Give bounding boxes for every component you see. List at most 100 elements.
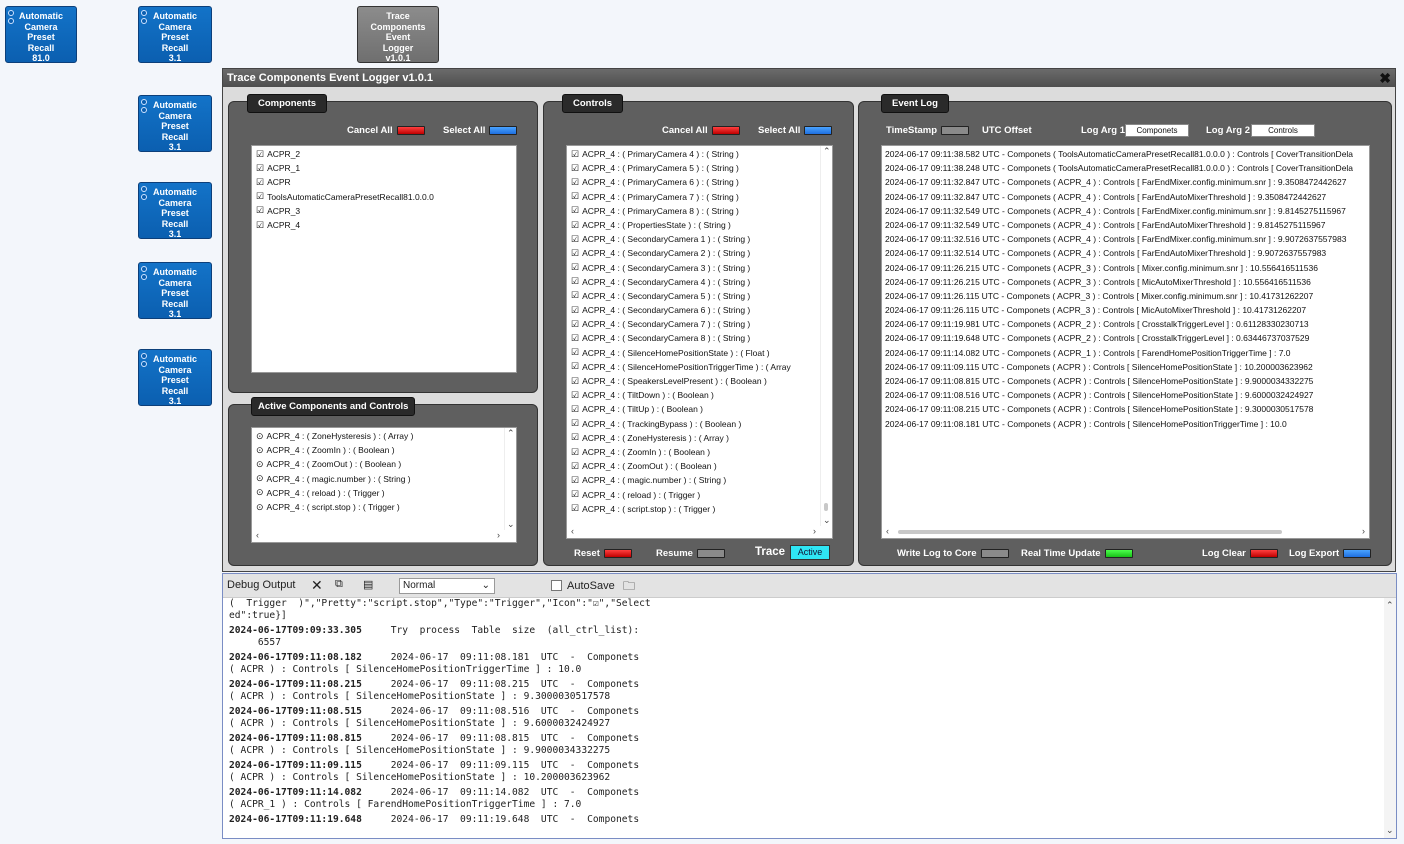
log-entry[interactable]: 2024-06-17 09:11:14.082 UTC - Componets … [882, 346, 1369, 360]
log-entry[interactable]: 2024-06-17 09:11:32.549 UTC - Componets … [882, 218, 1369, 232]
event-log-list[interactable]: 2024-06-17 09:11:38.582 UTC - Componets … [881, 145, 1370, 539]
canvas-block-2[interactable]: Automatic Camera Preset Recall 3.1 [138, 6, 212, 63]
list-item[interactable]: ☑ ACPR_4 : ( SecondaryCamera 8 ) : ( Stri… [567, 331, 832, 345]
controls-cancel-all-button[interactable]: Cancel All [662, 125, 740, 136]
components-cancel-all-button[interactable]: Cancel All [347, 125, 425, 136]
list-item[interactable]: ☑ ACPR_4 : ( TiltDown ) : ( Boolean ) [567, 388, 832, 402]
checkbox-icon[interactable]: ☑ [571, 376, 579, 386]
scroll-right-icon[interactable]: › [497, 530, 500, 540]
log-entry[interactable]: 2024-06-17 09:11:32.516 UTC - Componets … [882, 232, 1369, 246]
log-entry[interactable]: 2024-06-17 09:11:26.115 UTC - Componets … [882, 303, 1369, 317]
scroll-right-icon[interactable]: › [813, 526, 816, 536]
checkbox-icon[interactable]: ☑ [571, 234, 579, 244]
list-item[interactable]: ☑ ACPR_4 : ( SecondaryCamera 2 ) : ( Stri… [567, 246, 832, 260]
log-entry[interactable]: 2024-06-17 09:11:38.248 UTC - Componets … [882, 161, 1369, 175]
debug-level-select[interactable]: Normal ⌄ [399, 578, 495, 594]
event-log-hscroll[interactable]: ‹ › [882, 526, 1369, 538]
real-time-update-toggle[interactable]: Real Time Update [1021, 548, 1133, 559]
log-clear-button[interactable]: Log Clear [1202, 548, 1278, 559]
list-item[interactable]: ☑ ACPR_4 : ( magic.number ) : ( String ) [567, 473, 832, 487]
log-entry[interactable]: 2024-06-17 09:11:08.516 UTC - Componets … [882, 388, 1369, 402]
radio-icon[interactable]: ⊙ [256, 488, 264, 497]
scroll-up-icon[interactable]: ⌃ [1386, 600, 1394, 611]
radio-icon[interactable]: ⊙ [256, 459, 264, 469]
list-item[interactable]: ☑ ACPR_4 : ( PrimaryCamera 6 ) : ( String… [567, 175, 832, 189]
checkbox-icon[interactable]: ☑ [571, 475, 579, 485]
list-item[interactable]: ☑ ACPR_4 : ( ZoomOut ) : ( Boolean ) [567, 459, 832, 473]
log-arg2-field[interactable]: Controls [1251, 124, 1315, 137]
checkbox-icon[interactable]: ☑ [571, 177, 579, 187]
radio-icon[interactable]: ⊙ [256, 445, 264, 455]
list-item[interactable]: ☑ ACPR_1 [252, 161, 516, 175]
canvas-block-7[interactable]: Automatic Camera Preset Recall 3.1 [138, 349, 212, 406]
components-list[interactable]: ☑ ACPR_2 ☑ ACPR_1 ☑ ACPR ☑ ToolsAutomaticCamera… [251, 145, 517, 373]
checkbox-icon[interactable]: ☑ [571, 192, 579, 201]
list-item[interactable]: ☑ ACPR_4 : ( PrimaryCamera 8 ) : ( String… [567, 204, 832, 218]
list-item[interactable]: ☑ ACPR_4 [252, 218, 516, 232]
canvas-block-4[interactable]: Automatic Camera Preset Recall 3.1 [138, 95, 212, 152]
radio-icon[interactable]: ⊙ [256, 431, 264, 441]
checkbox-icon[interactable]: ☑ [571, 404, 579, 414]
log-entry[interactable]: 2024-06-17 09:11:32.549 UTC - Componets … [882, 204, 1369, 218]
log-entry[interactable]: 2024-06-17 09:11:32.847 UTC - Componets … [882, 175, 1369, 189]
checkbox-icon[interactable]: ☑ [256, 177, 264, 187]
autosave-checkbox[interactable] [551, 580, 562, 591]
scroll-left-icon[interactable]: ‹ [571, 526, 574, 536]
log-export-button[interactable]: Log Export [1289, 548, 1372, 559]
log-entry[interactable]: 2024-06-17 09:11:26.215 UTC - Componets … [882, 261, 1369, 275]
checkbox-icon[interactable]: ☑ [571, 390, 579, 400]
list-item[interactable]: ☑ ACPR_4 : ( SecondaryCamera 5 ) : ( Stri… [567, 289, 832, 303]
list-item[interactable]: ⊙ ACPR_4 : ( ZoneHysteresis ) : ( Array ) [252, 429, 516, 443]
log-entry[interactable]: 2024-06-17 09:11:38.582 UTC - Componets … [882, 147, 1369, 161]
checkbox-icon[interactable]: ☑ [256, 220, 264, 230]
list-item[interactable]: ☑ ACPR_4 : ( SpeakersLevelPresent ) : ( B… [567, 374, 832, 388]
canvas-block-6[interactable]: Automatic Camera Preset Recall 3.1 [138, 262, 212, 319]
log-entry[interactable]: 2024-06-17 09:11:08.215 UTC - Componets … [882, 402, 1369, 416]
list-item[interactable]: ⊙ ACPR_4 : ( reload ) : ( Trigger ) [252, 486, 516, 500]
checkbox-icon[interactable]: ☑ [571, 461, 579, 471]
list-item[interactable]: ☑ ACPR_4 : ( PropertiesState ) : ( String… [567, 218, 832, 232]
scroll-thumb[interactable] [898, 530, 1282, 534]
checkbox-icon[interactable]: ☑ [256, 206, 264, 215]
list-item[interactable]: ☑ ACPR_4 : ( PrimaryCamera 7 ) : ( String… [567, 190, 832, 204]
window-title-bar[interactable]: Trace Components Event Logger v1.0.1 ✖ [223, 69, 1395, 87]
list-item[interactable]: ☑ ACPR_4 : ( SilenceHomePositionTriggerTi… [567, 360, 832, 374]
list-item[interactable]: ☑ ACPR_3 [252, 204, 516, 218]
scroll-up-icon[interactable]: ⌃ [507, 428, 515, 439]
list-item[interactable]: ⊙ ACPR_4 : ( script.stop ) : ( Trigger ) [252, 500, 516, 514]
list-item[interactable]: ☑ ACPR_4 : ( ZoneHysteresis ) : ( Array ) [567, 431, 832, 445]
checkbox-icon[interactable]: ☑ [571, 149, 579, 159]
checkbox-icon[interactable]: ☑ [571, 206, 579, 215]
canvas-block-1[interactable]: Automatic Camera Preset Recall 81.0 [5, 6, 77, 63]
canvas-block-5[interactable]: Automatic Camera Preset Recall 3.1 [138, 182, 212, 239]
list-item[interactable]: ☑ ACPR_4 : ( SilenceHomePositionState ) :… [567, 346, 832, 360]
checkbox-icon[interactable]: ☑ [571, 220, 579, 230]
scroll-down-icon[interactable]: ⌄ [823, 515, 831, 526]
list-item[interactable]: ☑ ACPR_4 : ( SecondaryCamera 4 ) : ( Stri… [567, 275, 832, 289]
reset-button[interactable]: Reset [574, 548, 632, 559]
radio-icon[interactable]: ⊙ [256, 474, 264, 483]
controls-list[interactable]: ☑ ACPR_4 : ( PrimaryCamera 4 ) : ( String… [566, 145, 833, 539]
write-log-to-core-toggle[interactable]: Write Log to Core [897, 548, 1009, 559]
folder-icon[interactable]: 🗀 [623, 577, 635, 598]
list-item[interactable]: ☑ ACPR_4 : ( SecondaryCamera 1 ) : ( Stri… [567, 232, 832, 246]
trace-active-toggle[interactable]: Active [790, 545, 830, 560]
scroll-down-icon[interactable]: ⌄ [507, 519, 515, 530]
checkbox-icon[interactable]: ☑ [571, 319, 579, 329]
list-item[interactable]: ☑ ACPR_4 : ( TiltUp ) : ( Boolean ) [567, 402, 832, 416]
checkbox-icon[interactable]: ☑ [571, 263, 579, 272]
scroll-thumb[interactable] [824, 503, 828, 511]
resume-button[interactable]: Resume [656, 548, 725, 559]
list-item[interactable]: ☑ ACPR_2 [252, 147, 516, 161]
scroll-right-icon[interactable]: › [1362, 526, 1365, 536]
list-item[interactable]: ☑ ACPR_4 : ( PrimaryCamera 4 ) : ( String… [567, 147, 832, 161]
scroll-up-icon[interactable]: ⌃ [823, 146, 831, 157]
checkbox-icon[interactable]: ☑ [256, 149, 264, 159]
clipboard-icon[interactable]: ▤ [363, 578, 373, 591]
list-item[interactable]: ☑ ACPR_4 : ( SecondaryCamera 7 ) : ( Stri… [567, 317, 832, 331]
list-item[interactable]: ☑ ACPR_4 : ( ZoomIn ) : ( Boolean ) [567, 445, 832, 459]
checkbox-icon[interactable]: ☑ [256, 163, 264, 173]
components-select-all-button[interactable]: Select All [443, 125, 518, 136]
active-list-hscroll[interactable]: ‹ › [252, 530, 516, 542]
checkbox-icon[interactable]: ☑ [571, 362, 579, 371]
